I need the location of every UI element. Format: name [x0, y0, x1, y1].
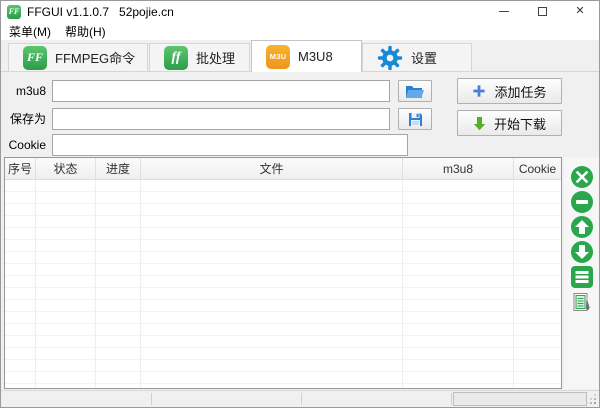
cookie-label: Cookie	[0, 134, 46, 156]
task-actions-rail	[564, 157, 599, 389]
tab-label: 批处理	[196, 48, 235, 67]
menubar: 菜单(M) 帮助(H)	[1, 22, 599, 40]
tab-batch[interactable]: ff 批处理	[149, 43, 250, 71]
m3u8-input[interactable]	[52, 80, 390, 102]
statusbar	[1, 390, 599, 407]
browse-folder-button[interactable]	[398, 80, 432, 102]
minimize-icon	[499, 11, 509, 12]
statusbar-panel	[453, 392, 587, 406]
column-header-m3u8[interactable]: m3u8	[403, 158, 514, 179]
gear-icon	[377, 45, 403, 71]
m3u8-label: m3u8	[0, 80, 46, 102]
statusbar-divider	[451, 393, 452, 405]
save-file-button[interactable]	[398, 108, 432, 130]
menu-item-menu[interactable]: 菜单(M)	[9, 23, 51, 40]
list-icon	[571, 266, 593, 288]
app-window: FF FFGUI v1.1.0.7 52pojie.cn ✕ 菜单(M) 帮助(…	[0, 0, 600, 408]
tab-label: 设置	[411, 48, 437, 67]
column-divider	[513, 180, 514, 388]
delete-task-button[interactable]	[571, 166, 593, 188]
column-divider	[35, 180, 36, 388]
save-floppy-icon	[408, 112, 423, 127]
close-button[interactable]: ✕	[561, 1, 599, 22]
move-down-icon	[571, 241, 593, 263]
column-header-index[interactable]: 序号	[5, 158, 36, 179]
column-divider	[95, 180, 96, 388]
column-header-progress[interactable]: 进度	[96, 158, 141, 179]
m3u-badge-icon: M3U	[266, 45, 290, 69]
tab-label: M3U8	[298, 49, 333, 64]
tab-settings[interactable]: 设置	[362, 43, 472, 71]
resize-grip[interactable]	[594, 402, 596, 404]
add-task-button[interactable]: 添加任务	[457, 78, 562, 104]
paste-button[interactable]	[571, 291, 593, 313]
task-list-button[interactable]	[571, 266, 593, 288]
titlebar: FF FFGUI v1.1.0.7 52pojie.cn ✕	[1, 1, 599, 22]
column-header-file[interactable]: 文件	[141, 158, 403, 179]
paste-edit-icon	[571, 291, 593, 313]
tab-ffmpeg-command[interactable]: FF FFMPEG命令	[8, 43, 148, 71]
start-download-button[interactable]: 开始下载	[457, 110, 562, 136]
plus-icon	[472, 84, 486, 98]
move-up-button[interactable]	[571, 216, 593, 238]
window-title: FFGUI v1.1.0.7 52pojie.cn	[27, 5, 174, 19]
statusbar-divider	[301, 393, 302, 405]
app-logo-icon: FF	[7, 5, 21, 19]
tabstrip: FF FFMPEG命令 ff 批处理 M3U M3U8	[1, 40, 599, 72]
close-icon: ✕	[575, 6, 584, 17]
tab-m3u8[interactable]: M3U M3U8	[251, 40, 362, 72]
download-arrow-icon	[473, 116, 486, 131]
start-download-label: 开始下载	[494, 114, 546, 133]
table-header-row: 序号 状态 进度 文件 m3u8 Cookie	[5, 158, 561, 180]
column-header-status[interactable]: 状态	[36, 158, 96, 179]
column-header-cookie[interactable]: Cookie	[514, 158, 561, 179]
move-up-icon	[571, 216, 593, 238]
open-folder-icon	[405, 84, 425, 99]
delete-icon	[571, 166, 593, 188]
menu-item-help[interactable]: 帮助(H)	[65, 23, 106, 40]
column-divider	[140, 180, 141, 388]
statusbar-divider	[151, 393, 152, 405]
move-down-button[interactable]	[571, 241, 593, 263]
ff-badge-icon: ff	[164, 46, 188, 70]
maximize-button[interactable]	[523, 1, 561, 22]
remove-icon	[571, 191, 593, 213]
remove-task-button[interactable]	[571, 191, 593, 213]
task-table: 序号 状态 进度 文件 m3u8 Cookie	[4, 157, 562, 389]
window-controls: ✕	[485, 1, 599, 22]
column-divider	[402, 180, 403, 388]
save-as-input[interactable]	[52, 108, 390, 130]
save-as-label: 保存为	[0, 108, 46, 130]
ffmpeg-badge-icon: FF	[23, 46, 47, 70]
cookie-input[interactable]	[52, 134, 408, 156]
table-body-empty[interactable]	[5, 180, 561, 388]
add-task-label: 添加任务	[494, 82, 546, 101]
minimize-button[interactable]	[485, 1, 523, 22]
maximize-icon	[538, 7, 547, 16]
tab-label: FFMPEG命令	[55, 48, 135, 67]
